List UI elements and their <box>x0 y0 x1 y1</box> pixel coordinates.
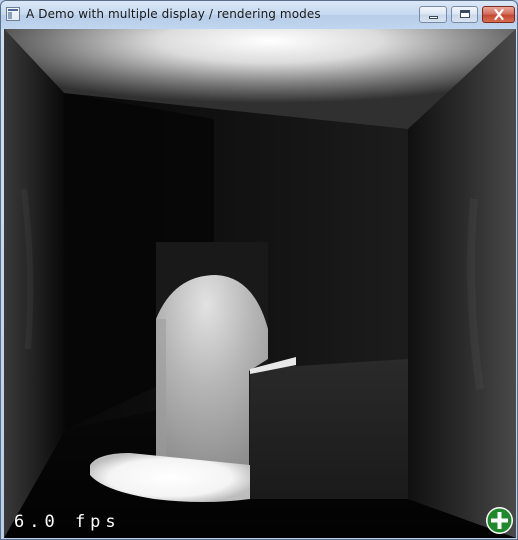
rendered-scene <box>4 29 516 538</box>
minimize-button[interactable] <box>419 6 447 23</box>
close-button[interactable] <box>482 6 515 23</box>
window-title: A Demo with multiple display / rendering… <box>26 7 321 21</box>
plus-circle-icon[interactable] <box>485 506 514 535</box>
fps-counter: 6.0 fps <box>14 512 121 532</box>
minimize-icon <box>429 16 438 19</box>
maximize-icon <box>460 10 470 18</box>
maximize-button[interactable] <box>451 6 478 23</box>
render-viewport[interactable]: 6.0 fps <box>4 29 516 538</box>
close-icon <box>494 8 504 21</box>
application-window-icon[interactable] <box>6 7 20 21</box>
app-window: A Demo with multiple display / rendering… <box>0 0 518 540</box>
title-bar[interactable]: A Demo with multiple display / rendering… <box>1 1 517 29</box>
